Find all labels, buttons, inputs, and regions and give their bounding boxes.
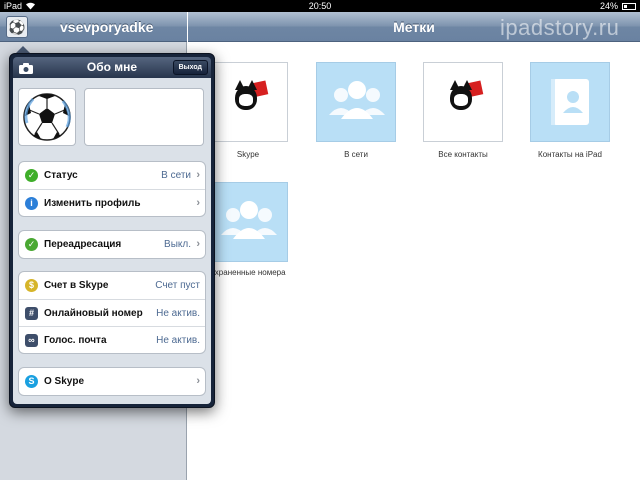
forwarding-check-icon: ✓	[25, 238, 38, 251]
row-status[interactable]: ✓ Статус В сети ›	[19, 162, 205, 189]
row-label: Онлайновый номер	[44, 308, 143, 319]
status-bar: iPad 20:50 24%	[0, 0, 640, 12]
row-value: В сети	[161, 170, 191, 181]
chevron-right-icon: ›	[196, 375, 200, 387]
tile-online[interactable]	[316, 62, 396, 142]
row-edit-profile[interactable]: i Изменить профиль ›	[19, 189, 205, 216]
address-book-icon	[551, 79, 589, 125]
row-value: Не актив.	[156, 335, 200, 346]
row-about-skype[interactable]: S О Skype ›	[19, 368, 205, 395]
row-skype-credit[interactable]: $ Счет в Skype Счет пуст	[19, 272, 205, 299]
row-forwarding[interactable]: ✓ Переадресация Выкл. ›	[19, 231, 205, 258]
row-label: Голос. почта	[44, 335, 107, 346]
forwarding-group: ✓ Переадресация Выкл. ›	[18, 230, 206, 259]
row-label: О Skype	[44, 376, 85, 387]
online-number-icon: #	[25, 307, 38, 320]
status-online-icon: ✓	[25, 169, 38, 182]
soccer-ball-icon: ⚽	[8, 19, 26, 35]
right-pane: Метки ipadstory.ru Skype В сети Все конт…	[188, 12, 640, 480]
tile-ipad-contacts[interactable]	[530, 62, 610, 142]
felix-cat-avatar-icon	[444, 78, 484, 118]
row-online-number[interactable]: # Онлайновый номер Не актив.	[19, 299, 205, 326]
about-group: S О Skype ›	[18, 367, 206, 396]
tile-saved-numbers[interactable]	[208, 182, 288, 262]
account-group: $ Счет в Skype Счет пуст # Онлайновый но…	[18, 271, 206, 354]
row-label: Счет в Skype	[44, 280, 109, 291]
skype-credit-icon: $	[25, 279, 38, 292]
people-group-icon	[221, 201, 277, 239]
row-value: Не актив.	[156, 308, 200, 319]
soccer-ball-icon	[23, 93, 71, 141]
about-me-popover: Обо мне Выход ✓ Статус В сети › i Измени…	[9, 53, 215, 408]
voicemail-icon: ∞	[25, 334, 38, 347]
left-nav-bar: ⚽ vsevporyadke	[0, 12, 187, 42]
tile-label: Все контакты	[438, 150, 488, 159]
chevron-right-icon: ›	[196, 197, 200, 209]
mood-message-box[interactable]	[84, 88, 204, 146]
tile-skype[interactable]	[208, 62, 288, 142]
status-group: ✓ Статус В сети › i Изменить профиль ›	[18, 161, 206, 217]
logout-button[interactable]: Выход	[172, 60, 208, 75]
chevron-right-icon: ›	[196, 169, 200, 181]
row-label: Изменить профиль	[44, 198, 141, 209]
popover-header: Обо мне Выход	[13, 57, 211, 78]
skype-logo-icon: S	[25, 375, 38, 388]
row-label: Переадресация	[44, 239, 122, 250]
felix-cat-avatar-icon	[229, 78, 269, 118]
watermark: ipadstory.ru	[500, 15, 620, 40]
row-label: Статус	[44, 170, 78, 181]
tile-label: Контакты на iPad	[538, 150, 602, 159]
battery-percent: 24%	[599, 1, 618, 11]
tile-label: В сети	[344, 150, 368, 159]
clock: 20:50	[308, 1, 332, 11]
popover-body: ✓ Статус В сети › i Изменить профиль › ✓…	[13, 78, 211, 404]
username: vsevporyadke	[60, 19, 154, 35]
row-value: Выкл.	[164, 239, 191, 250]
row-value: Счет пуст	[155, 280, 200, 291]
profile-avatar-button[interactable]: ⚽	[6, 16, 28, 38]
row-voicemail[interactable]: ∞ Голос. почта Не актив.	[19, 326, 205, 353]
chevron-right-icon: ›	[196, 238, 200, 250]
profile-avatar[interactable]	[18, 88, 76, 146]
battery-icon	[622, 3, 636, 10]
tile-all-contacts[interactable]	[423, 62, 503, 142]
right-nav-bar: Метки ipadstory.ru	[188, 12, 640, 42]
people-group-icon	[329, 81, 385, 119]
info-icon: i	[25, 197, 38, 210]
